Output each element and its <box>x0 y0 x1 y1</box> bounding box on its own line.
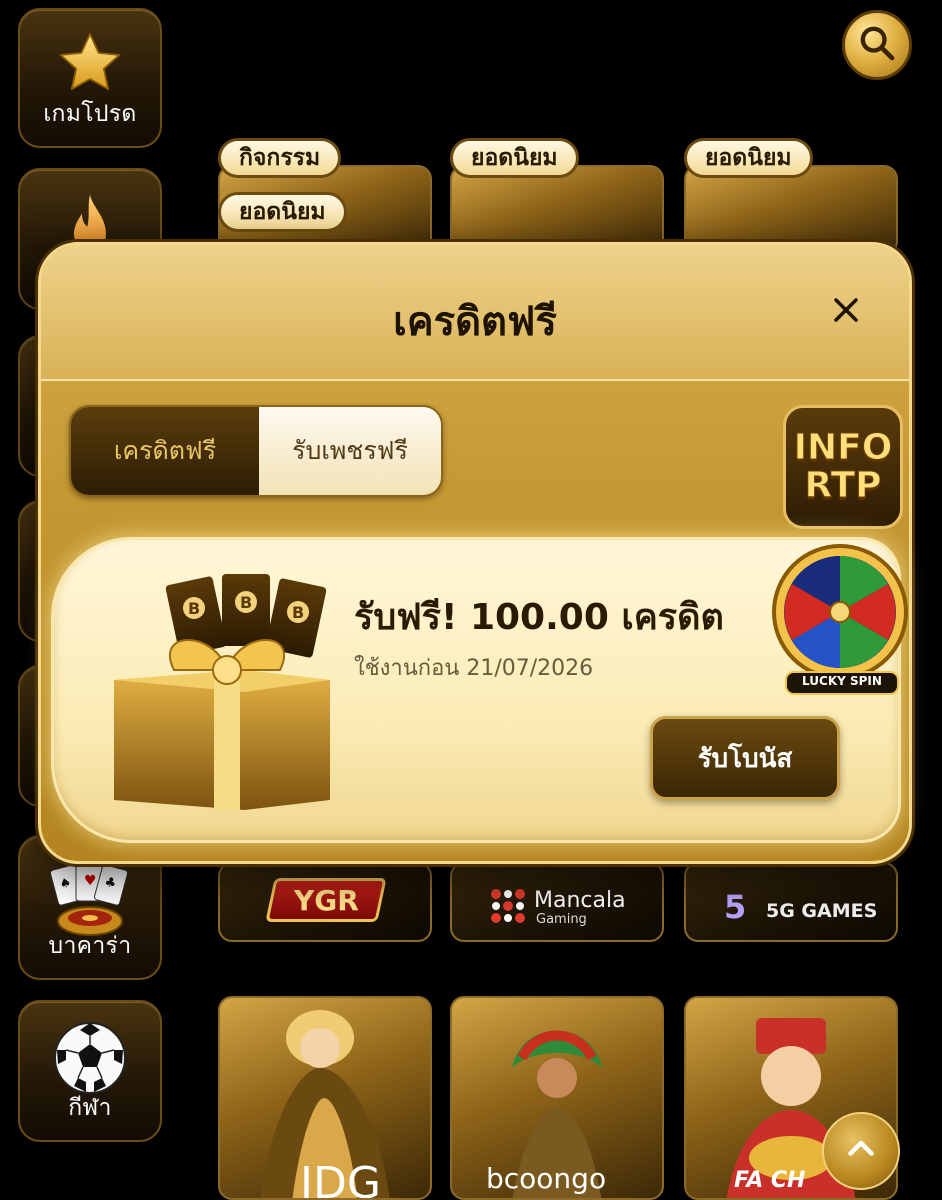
gift-box-icon: B B B <box>94 570 334 814</box>
tab-free-credit[interactable]: เครดิตฟรี <box>71 407 259 495</box>
game-tag-popular: ยอดนิยม <box>684 138 813 178</box>
bonus-expiry-date: ใช้งานก่อน 21/07/2026 <box>354 656 594 681</box>
provider-logo-sub: Gaming <box>536 912 587 927</box>
provider-card-5g[interactable]: 5 5G GAMES <box>684 862 898 942</box>
game-logo: IDG <box>300 1158 381 1200</box>
search-button[interactable] <box>842 10 912 80</box>
game-logo: FA CH <box>734 1168 806 1193</box>
rtp-label-line2: RTP <box>804 465 882 506</box>
scroll-top-button[interactable] <box>822 1112 900 1190</box>
game-card[interactable]: bcoongo <box>450 996 664 1200</box>
provider-card-ygr[interactable]: YGR <box>218 862 432 942</box>
chevron-up-icon <box>843 1131 879 1171</box>
star-icon <box>54 28 126 104</box>
provider-card-mancala[interactable]: Mancala Gaming <box>450 862 664 942</box>
game-card[interactable]: IDG <box>218 996 432 1200</box>
close-button[interactable] <box>823 289 869 335</box>
lucky-spin-widget[interactable]: LUCKY SPIN <box>770 540 912 696</box>
soccer-ball-icon <box>52 1020 128 1100</box>
lucky-spin-label: LUCKY SPIN <box>802 674 882 688</box>
search-icon <box>857 23 897 67</box>
close-icon <box>831 295 861 329</box>
game-logo: bcoongo <box>486 1162 607 1195</box>
game-tag-popular: ยอดนิยม <box>450 138 579 178</box>
modal-tabs: เครดิตฟรี รับเพชรฟรี <box>69 405 443 497</box>
provider-logo: YGR <box>294 884 359 917</box>
svg-text:♥: ♥ <box>84 873 97 889</box>
game-tag-popular: ยอดนิยม <box>218 192 347 232</box>
svg-text:B: B <box>292 603 304 622</box>
svg-text:B: B <box>240 593 252 612</box>
5g-logo-icon: 5 <box>724 888 747 926</box>
info-rtp-button[interactable]: INFO RTP <box>783 405 903 529</box>
claim-bonus-button[interactable]: รับโบนัส <box>650 716 840 800</box>
cards-icon: ♥ ♠ ♣ <box>46 863 134 943</box>
provider-logo: Mancala <box>534 888 626 913</box>
modal-title: เครดิตฟรี <box>393 299 557 345</box>
provider-logo: 5G GAMES <box>766 900 878 922</box>
rtp-label-line1: INFO <box>793 427 893 468</box>
game-tag-event: กิจกรรม <box>218 138 342 178</box>
mancala-logo-icon <box>490 888 526 928</box>
svg-text:B: B <box>188 599 200 618</box>
bonus-title: รับฟรี! 100.00 เครดิต <box>354 597 724 638</box>
sidebar-item-sports[interactable]: กีฬา <box>18 1000 162 1142</box>
tab-free-diamonds[interactable]: รับเพชรฟรี <box>259 407 441 495</box>
sidebar-item-favorites[interactable]: เกมโปรด <box>18 8 162 148</box>
